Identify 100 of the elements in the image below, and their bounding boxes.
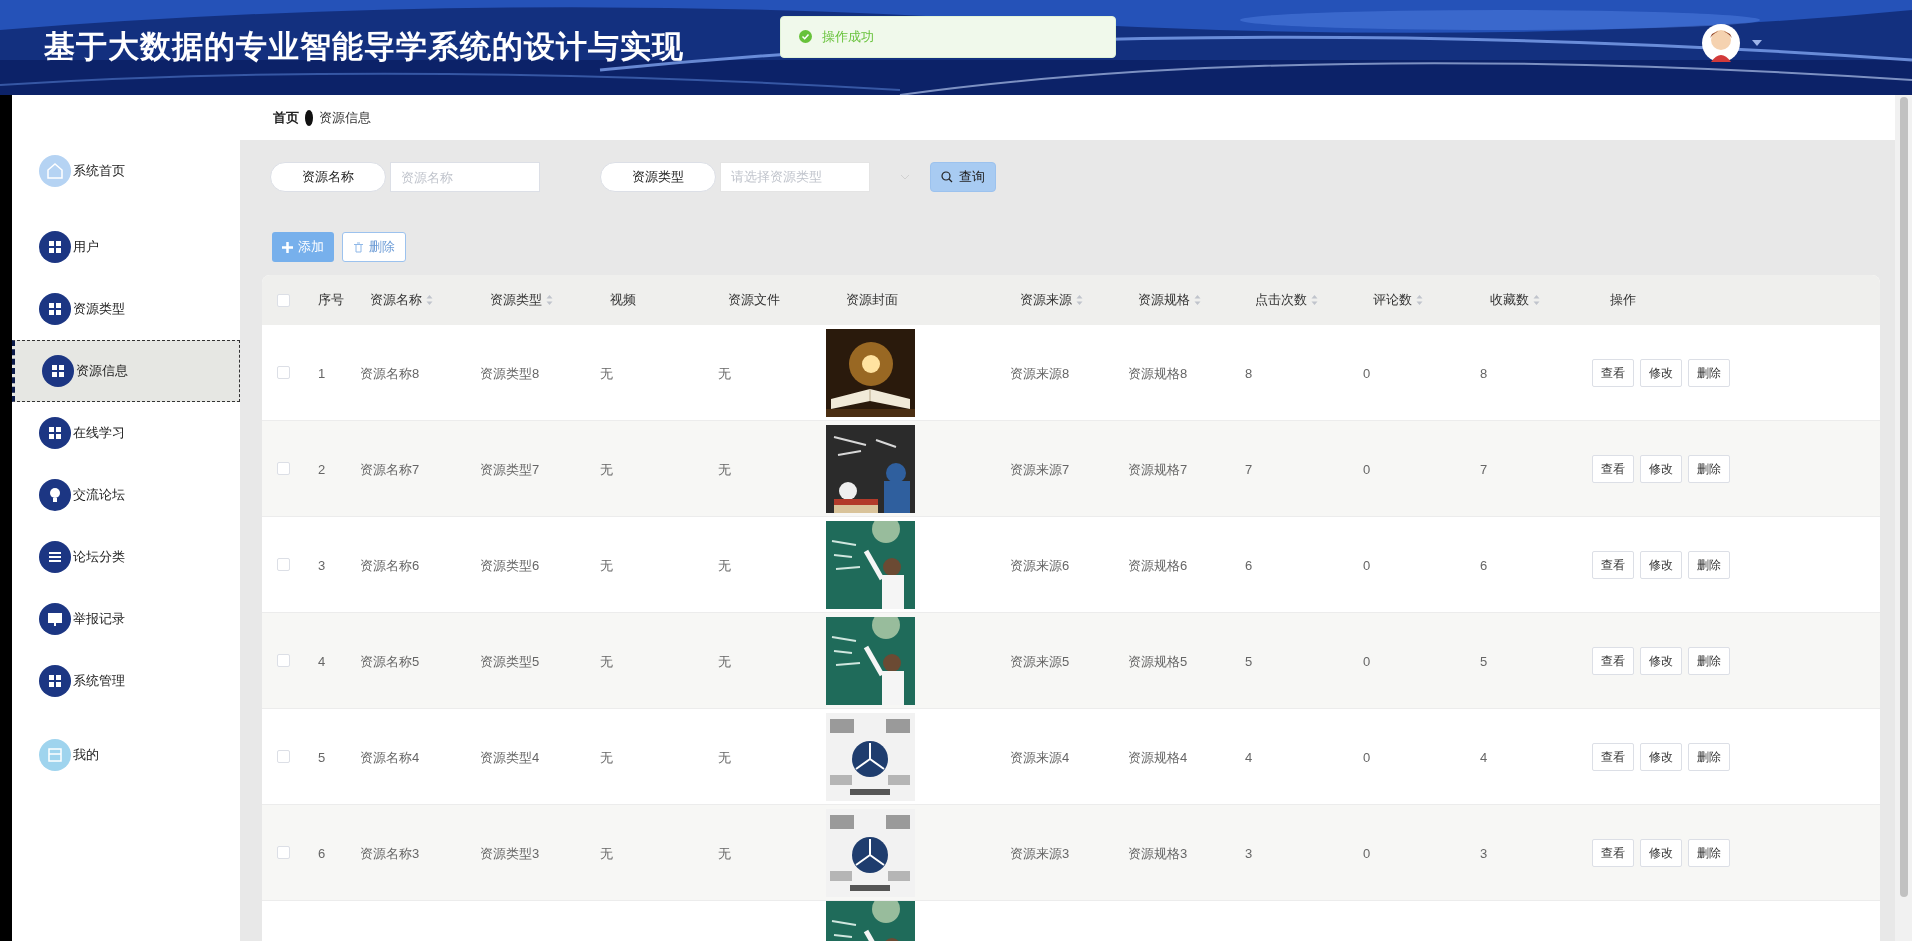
avatar[interactable]: [1702, 23, 1740, 62]
table-cell: 0: [1363, 557, 1371, 573]
sidebar-item[interactable]: 举报记录: [12, 588, 240, 650]
column-header: 资源文件: [728, 291, 780, 310]
table-cell: 5: [318, 749, 326, 765]
table-cell: 无: [718, 653, 731, 669]
column-header[interactable]: 资源类型: [490, 290, 553, 310]
success-icon: [799, 30, 812, 43]
caret-icon[interactable]: [1752, 39, 1762, 46]
sort-icon: [1311, 294, 1318, 306]
table-cell: 资源名称5: [360, 653, 420, 669]
table-cell: 资源规格5: [1128, 653, 1188, 669]
table-cell: 8: [1245, 365, 1253, 381]
column-header[interactable]: 资源来源: [1020, 290, 1083, 310]
checkbox[interactable]: [277, 462, 290, 475]
action-button[interactable]: 删除: [1688, 358, 1730, 387]
sidebar-item[interactable]: 论坛分类: [12, 526, 240, 588]
action-button[interactable]: 查看: [1592, 454, 1634, 483]
action-button[interactable]: 删除: [1688, 838, 1730, 867]
sidebar-item[interactable]: 在线学习: [12, 402, 240, 464]
action-button[interactable]: 查看: [1592, 742, 1634, 771]
table-cell: 资源名称4: [360, 749, 420, 765]
table-cell: 资源来源8: [1010, 365, 1070, 381]
sidebar-item[interactable]: 资源类型: [12, 278, 240, 340]
checkbox[interactable]: [277, 366, 290, 379]
card-icon: [39, 739, 71, 771]
table-cell: 0: [1363, 365, 1371, 381]
action-button[interactable]: 删除: [1688, 454, 1730, 483]
table-cell: 资源规格7: [1128, 461, 1188, 477]
column-header[interactable]: 评论数: [1373, 290, 1423, 310]
table-cell: 资源规格3: [1128, 845, 1188, 861]
table-cell: 资源规格8: [1128, 365, 1188, 381]
table-cell: 5: [1480, 653, 1488, 669]
table-cell: 无: [600, 461, 613, 477]
table-cell: 无: [718, 557, 731, 573]
sidebar-item[interactable]: 交流论坛: [12, 464, 240, 526]
query-button[interactable]: 查询: [930, 162, 996, 192]
field-label: 资源名称: [270, 162, 386, 192]
table-cell: 0: [1363, 653, 1371, 669]
sidebar-item[interactable]: 我的: [12, 724, 240, 786]
action-button[interactable]: 查看: [1592, 550, 1634, 579]
sidebar-item[interactable]: 系统管理: [12, 650, 240, 712]
trash-icon: [353, 241, 364, 253]
table-cell: 资源来源4: [1010, 749, 1070, 765]
table-cell: 无: [600, 557, 613, 573]
sort-icon: [1076, 294, 1083, 306]
sort-icon: [1533, 294, 1540, 306]
action-button[interactable]: 删除: [1688, 742, 1730, 771]
table-cell: 无: [718, 365, 731, 381]
table-cell: 3: [318, 557, 326, 573]
toast-text: 操作成功: [822, 27, 874, 46]
table-cell: 无: [600, 749, 613, 765]
action-button[interactable]: 删除: [1688, 646, 1730, 675]
column-header: 操作: [1610, 291, 1636, 310]
table-cell: 资源类型6: [480, 557, 540, 573]
table-cell: 资源规格6: [1128, 557, 1188, 573]
action-button[interactable]: 修改: [1640, 358, 1682, 387]
table-cell: 资源来源5: [1010, 653, 1070, 669]
action-button[interactable]: 修改: [1640, 550, 1682, 579]
chevron-icon[interactable]: [900, 174, 910, 180]
column-header[interactable]: 资源名称: [370, 290, 433, 310]
sort-icon: [426, 294, 433, 306]
table-cell: 3: [1480, 845, 1488, 861]
checkbox[interactable]: [277, 558, 290, 571]
grid-icon: [39, 231, 71, 263]
column-header[interactable]: 资源规格: [1138, 290, 1201, 310]
action-button[interactable]: 修改: [1640, 838, 1682, 867]
table-cell: 资源类型4: [480, 749, 540, 765]
checkbox[interactable]: [277, 293, 290, 307]
table-cell: 无: [718, 461, 731, 477]
table-cell: 0: [1363, 749, 1371, 765]
action-button[interactable]: 修改: [1640, 454, 1682, 483]
table-cell: 8: [1480, 365, 1488, 381]
table-cell: 6: [318, 845, 326, 861]
sidebar-item[interactable]: 用户: [12, 216, 240, 278]
action-button[interactable]: 修改: [1640, 646, 1682, 675]
checkbox[interactable]: [277, 846, 290, 859]
table-cell: 资源类型7: [480, 461, 540, 477]
action-button[interactable]: 查看: [1592, 646, 1634, 675]
scrollbar[interactable]: [1895, 95, 1912, 941]
table-cell: 3: [1245, 845, 1253, 861]
grid-icon: [42, 355, 74, 387]
action-button[interactable]: 查看: [1592, 838, 1634, 867]
action-button[interactable]: 删除: [1688, 550, 1730, 579]
table-cell: 资源名称8: [360, 365, 420, 381]
action-button[interactable]: 查看: [1592, 358, 1634, 387]
table-cell: 无: [600, 845, 613, 861]
sidebar-item[interactable]: 系统首页: [12, 140, 240, 202]
column-header[interactable]: 点击次数: [1255, 290, 1318, 310]
table-cell: 资源规格4: [1128, 749, 1188, 765]
breadcrumb-link[interactable]: 首页: [273, 107, 299, 128]
field-label: 资源类型: [600, 162, 716, 192]
column-header: 序号: [318, 291, 344, 310]
input-field[interactable]: 资源名称: [390, 162, 540, 192]
sidebar-item[interactable]: 资源信息: [12, 340, 240, 402]
checkbox[interactable]: [277, 654, 290, 667]
checkbox[interactable]: [277, 750, 290, 763]
list-icon: [39, 541, 71, 573]
column-header[interactable]: 收藏数: [1490, 290, 1540, 310]
action-button[interactable]: 修改: [1640, 742, 1682, 771]
